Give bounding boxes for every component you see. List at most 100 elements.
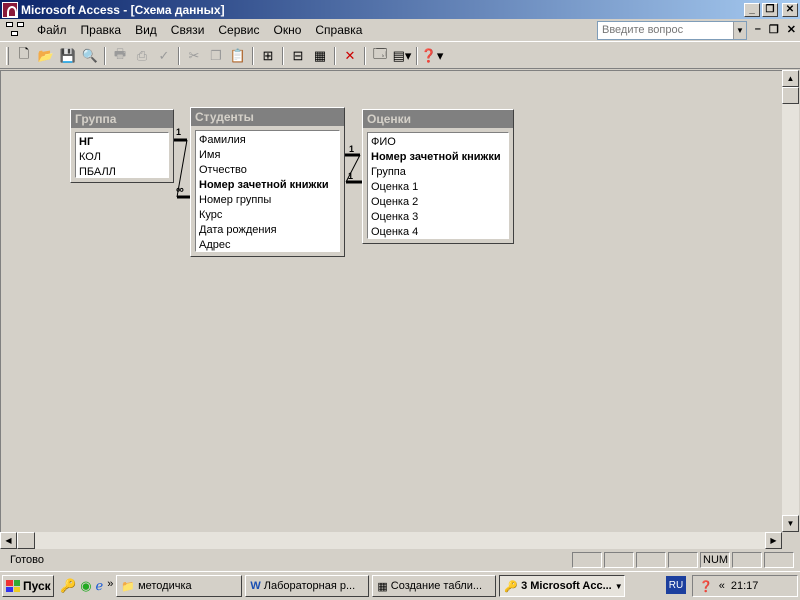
title-bar: Microsoft Access - [Схема данных] _ ❐ ✕ [0,0,800,19]
close-button[interactable]: ✕ [782,2,798,17]
internet-explorer-icon[interactable]: ℯ [96,578,104,594]
scroll-down-icon[interactable]: ▼ [782,515,799,532]
relation-one-label-2: 1 [349,144,354,154]
table-students-field-list[interactable]: Фамилия Имя Отчество Номер зачетной книж… [195,130,340,252]
field-name[interactable]: Имя [199,148,336,163]
show-table-icon[interactable]: ⊞ [257,45,279,67]
minimize-button[interactable]: _ [744,2,760,17]
vertical-scrollbar[interactable]: ▲ ▼ [782,70,799,532]
field-grade-3[interactable]: Оценка 3 [371,210,505,225]
save-icon[interactable]: 💾 [57,45,79,67]
horizontal-scroll-thumb[interactable] [17,532,35,549]
field-surname[interactable]: Фамилия [199,133,336,148]
table-students-title[interactable]: Студенты [191,108,344,126]
num-lock-indicator: NUM [700,552,730,568]
task-group-dropdown-icon: ▼ [614,581,623,591]
field-ng[interactable]: НГ [79,135,165,150]
windows-logo-icon [6,580,20,592]
vertical-scroll-thumb[interactable] [782,87,799,104]
relation-one-label: 1 [176,127,181,137]
print-icon[interactable]: 🖶 [109,45,131,67]
menu-window[interactable]: Окно [266,23,308,37]
menu-relationships[interactable]: Связи [164,23,212,37]
open-folder-icon[interactable]: 📂 [35,45,57,67]
field-grade-2[interactable]: Оценка 2 [371,195,505,210]
table-window-icon: ▦ [377,580,388,593]
menu-tools[interactable]: Сервис [211,23,266,37]
doc-close-button[interactable]: ✕ [787,23,796,36]
access-app-icon[interactable] [2,1,18,18]
folder-icon: 📁 [121,580,136,593]
menu-file[interactable]: Файл [30,23,74,37]
menu-help[interactable]: Справка [308,23,369,37]
field-pball[interactable]: ПБАЛЛ [79,165,165,177]
relation-many-label: ∞ [176,184,184,196]
table-group-field-list[interactable]: НГ КОЛ ПБАЛЛ [75,132,169,178]
new-document-icon[interactable]: 🗋 [13,45,35,67]
doc-restore-button[interactable]: ❐ [769,23,779,36]
field-address[interactable]: Адрес [199,238,336,251]
cut-icon[interactable]: ✂ [183,45,205,67]
file-search-icon[interactable]: 🔍 [79,45,101,67]
show-all-relationships-icon[interactable]: ▦ [309,45,331,67]
field-group-number[interactable]: Номер группы [199,193,336,208]
help-tray-icon[interactable]: ❓ [699,580,713,593]
language-indicator[interactable]: RU [666,576,686,594]
more-quicklaunch-icon[interactable]: » [107,578,113,594]
clock[interactable]: 21:17 [731,580,759,592]
field-patronymic[interactable]: Отчество [199,163,336,178]
status-text: Готово [10,554,44,566]
scroll-right-icon[interactable]: ▶ [765,532,782,549]
task-word-lab[interactable]: W Лабораторная р... [245,575,370,597]
restore-button[interactable]: ❐ [762,2,778,17]
field-grades-group[interactable]: Группа [371,165,505,180]
table-grades[interactable]: Оценки ФИО Номер зачетной книжки Группа … [362,109,514,244]
show-direct-relationships-icon[interactable]: ⊟ [287,45,309,67]
relationships-workspace[interactable]: 1 ∞ 1 1 Группа НГ КОЛ ПБАЛЛ Студенты Фам… [0,70,782,532]
spelling-icon[interactable]: ✓ [153,45,175,67]
access-task-icon: 🔑 [504,580,519,593]
field-grade-1[interactable]: Оценка 1 [371,180,505,195]
table-group-title[interactable]: Группа [71,110,173,128]
help-search-input[interactable]: Введите вопрос ▼ [597,21,747,40]
scrollbar-corner [782,532,799,549]
toolbar-grip[interactable] [6,46,9,65]
field-fio[interactable]: ФИО [371,135,505,150]
access-quicklaunch-icon[interactable]: 🔑 [60,578,76,594]
new-object-icon[interactable]: ▤▾ [391,45,413,67]
task-access-group[interactable]: 🔑 3 Microsoft Acc... ▼ [499,575,626,597]
doc-minimize-button[interactable]: – [755,23,761,36]
horizontal-scrollbar[interactable]: ◀ ▶ [0,532,782,549]
system-tray: ❓ « 21:17 [692,575,798,597]
help-dropdown-icon[interactable]: ▼ [733,22,746,39]
help-search-placeholder: Введите вопрос [602,24,684,36]
start-button[interactable]: Пуск [2,575,54,597]
field-grades-record-book-number[interactable]: Номер зачетной книжки [371,150,505,165]
task-create-table[interactable]: ▦ Создание табли... [372,575,497,597]
paste-icon[interactable]: 📋 [227,45,249,67]
document-window-controls: – ❐ ✕ [755,23,796,36]
table-grades-title[interactable]: Оценки [363,110,513,128]
table-students[interactable]: Студенты Фамилия Имя Отчество Номер заче… [190,107,345,257]
table-grades-field-list[interactable]: ФИО Номер зачетной книжки Группа Оценка … [367,132,509,239]
field-record-book-number[interactable]: Номер зачетной книжки [199,178,336,193]
table-group[interactable]: Группа НГ КОЛ ПБАЛЛ [70,109,174,183]
scroll-up-icon[interactable]: ▲ [782,70,799,87]
task-metodichka[interactable]: 📁 методичка [116,575,243,597]
status-bar: Готово NUM [0,550,800,570]
field-kol[interactable]: КОЛ [79,150,165,165]
database-window-icon[interactable]: 🗔 [369,45,391,67]
print-preview-icon[interactable]: ⎙ [131,45,153,67]
copy-icon[interactable]: ❐ [205,45,227,67]
tray-expand-icon[interactable]: « [719,580,725,592]
scroll-left-icon[interactable]: ◀ [0,532,17,549]
help-icon[interactable]: ❓▾ [421,45,444,67]
field-grade-4[interactable]: Оценка 4 [371,225,505,238]
field-birth-date[interactable]: Дата рождения [199,223,336,238]
clock-quicklaunch-icon[interactable]: ◉ [80,578,91,594]
menu-view[interactable]: Вид [128,23,164,37]
delete-icon[interactable]: ✕ [339,45,361,67]
relationships-window-icon[interactable] [6,21,26,39]
menu-edit[interactable]: Правка [74,23,129,37]
field-course[interactable]: Курс [199,208,336,223]
